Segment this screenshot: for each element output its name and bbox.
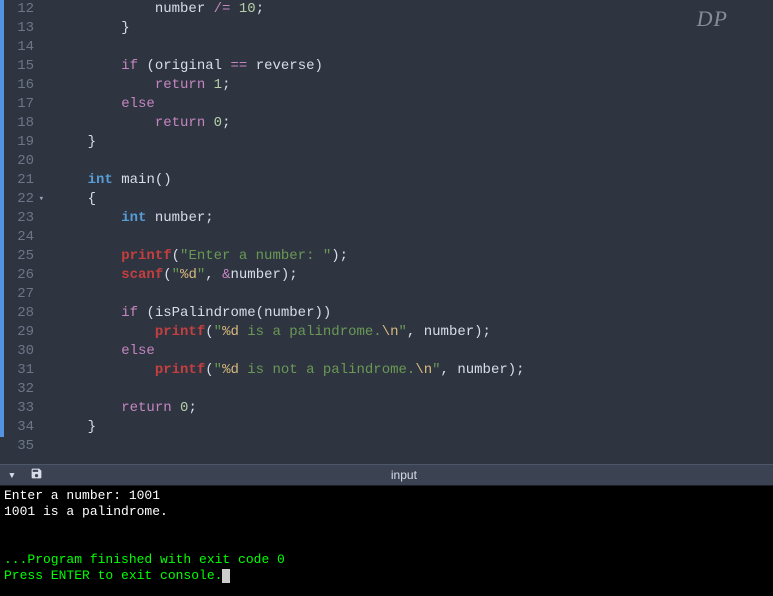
code-text[interactable]: if (original == reverse) bbox=[46, 57, 323, 76]
code-line[interactable]: 16 return 1; bbox=[0, 76, 773, 95]
code-line[interactable]: 22▾ { bbox=[0, 190, 773, 209]
code-text[interactable]: scanf("%d", &number); bbox=[46, 266, 298, 285]
code-text[interactable] bbox=[46, 380, 54, 399]
cursor-icon bbox=[222, 569, 230, 583]
line-number: 14 bbox=[4, 38, 46, 57]
code-line[interactable]: 31 printf("%d is not a palindrome.\n", n… bbox=[0, 361, 773, 380]
code-text[interactable]: return 0; bbox=[46, 114, 230, 133]
code-line[interactable]: 23 int number; bbox=[0, 209, 773, 228]
code-text[interactable]: printf("%d is a palindrome.\n", number); bbox=[46, 323, 491, 342]
watermark-label: DP bbox=[697, 6, 728, 32]
code-line[interactable]: 20 bbox=[0, 152, 773, 171]
code-line[interactable]: 17 else bbox=[0, 95, 773, 114]
code-text[interactable]: } bbox=[46, 133, 96, 152]
line-number: 18 bbox=[4, 114, 46, 133]
console-prompt: Press ENTER to exit console. bbox=[4, 568, 222, 583]
code-line[interactable]: 30 else bbox=[0, 342, 773, 361]
line-number: 12 bbox=[4, 0, 46, 19]
line-number: 30 bbox=[4, 342, 46, 361]
line-number: 16 bbox=[4, 76, 46, 95]
code-line[interactable]: 15 if (original == reverse) bbox=[0, 57, 773, 76]
code-text[interactable]: printf("Enter a number: "); bbox=[46, 247, 348, 266]
code-text[interactable]: else bbox=[46, 95, 155, 114]
line-number: 20 bbox=[4, 152, 46, 171]
code-text[interactable]: int number; bbox=[46, 209, 214, 228]
fold-icon[interactable]: ▾ bbox=[39, 190, 44, 209]
line-number: 25 bbox=[4, 247, 46, 266]
line-number: 32 bbox=[4, 380, 46, 399]
code-text[interactable]: else bbox=[46, 342, 155, 361]
code-line[interactable]: 27 bbox=[0, 285, 773, 304]
save-icon[interactable] bbox=[30, 467, 43, 484]
line-number: 35 bbox=[4, 437, 46, 456]
code-text[interactable] bbox=[46, 285, 54, 304]
line-number: 23 bbox=[4, 209, 46, 228]
line-number: 13 bbox=[4, 19, 46, 38]
code-text[interactable]: number /= 10; bbox=[46, 0, 264, 19]
code-text[interactable] bbox=[46, 437, 54, 456]
code-text[interactable] bbox=[46, 228, 54, 247]
code-line[interactable]: 12 number /= 10; bbox=[0, 0, 773, 19]
code-editor[interactable]: DP 12 number /= 10;13 }1415 if (original… bbox=[0, 0, 773, 464]
code-text[interactable]: return 0; bbox=[46, 399, 197, 418]
console-tab-label: input bbox=[43, 468, 765, 482]
code-line[interactable]: 19 } bbox=[0, 133, 773, 152]
code-line[interactable]: 33 return 0; bbox=[0, 399, 773, 418]
console-toolbar: ▾ input bbox=[0, 464, 773, 486]
code-text[interactable]: } bbox=[46, 418, 96, 437]
line-number: 28 bbox=[4, 304, 46, 323]
console-output[interactable]: Enter a number: 1001 1001 is a palindrom… bbox=[0, 486, 773, 596]
code-text[interactable]: printf("%d is not a palindrome.\n", numb… bbox=[46, 361, 525, 380]
line-number: 26 bbox=[4, 266, 46, 285]
code-text[interactable]: return 1; bbox=[46, 76, 230, 95]
chevron-down-icon[interactable]: ▾ bbox=[8, 468, 16, 483]
line-number: 29 bbox=[4, 323, 46, 342]
code-line[interactable]: 32 bbox=[0, 380, 773, 399]
code-text[interactable] bbox=[46, 38, 54, 57]
code-text[interactable]: } bbox=[46, 19, 130, 38]
code-line[interactable]: 24 bbox=[0, 228, 773, 247]
console-line: 1001 is a palindrome. bbox=[4, 504, 168, 519]
code-line[interactable]: 25 printf("Enter a number: "); bbox=[0, 247, 773, 266]
line-number: 19 bbox=[4, 133, 46, 152]
line-number: 34 bbox=[4, 418, 46, 437]
line-number: 24 bbox=[4, 228, 46, 247]
code-line[interactable]: 18 return 0; bbox=[0, 114, 773, 133]
code-text[interactable]: { bbox=[46, 190, 96, 209]
console-line: Enter a number: 1001 bbox=[4, 488, 160, 503]
line-number: 21 bbox=[4, 171, 46, 190]
code-line[interactable]: 14 bbox=[0, 38, 773, 57]
code-text[interactable] bbox=[46, 152, 54, 171]
code-line[interactable]: 21 int main() bbox=[0, 171, 773, 190]
code-line[interactable]: 28 if (isPalindrome(number)) bbox=[0, 304, 773, 323]
code-line[interactable]: 34 } bbox=[0, 418, 773, 437]
code-text[interactable]: int main() bbox=[46, 171, 172, 190]
console-exit-message: ...Program finished with exit code 0 bbox=[4, 552, 285, 567]
line-number: 31 bbox=[4, 361, 46, 380]
line-number: 27 bbox=[4, 285, 46, 304]
line-number: 22▾ bbox=[4, 190, 46, 209]
code-line[interactable]: 26 scanf("%d", &number); bbox=[0, 266, 773, 285]
line-number: 17 bbox=[4, 95, 46, 114]
code-line[interactable]: 29 printf("%d is a palindrome.\n", numbe… bbox=[0, 323, 773, 342]
code-line[interactable]: 13 } bbox=[0, 19, 773, 38]
code-text[interactable]: if (isPalindrome(number)) bbox=[46, 304, 331, 323]
line-number: 15 bbox=[4, 57, 46, 76]
line-number: 33 bbox=[4, 399, 46, 418]
code-line[interactable]: 35 bbox=[0, 437, 773, 456]
